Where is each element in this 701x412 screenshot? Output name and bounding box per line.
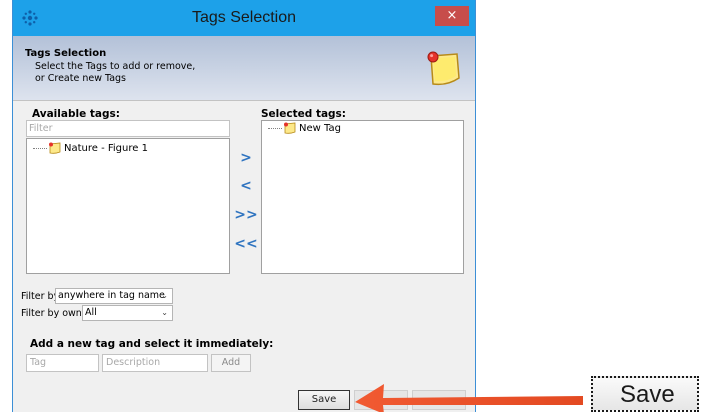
- zoomed-save-button: Save: [591, 376, 699, 412]
- pointer-arrow-icon: [355, 384, 583, 412]
